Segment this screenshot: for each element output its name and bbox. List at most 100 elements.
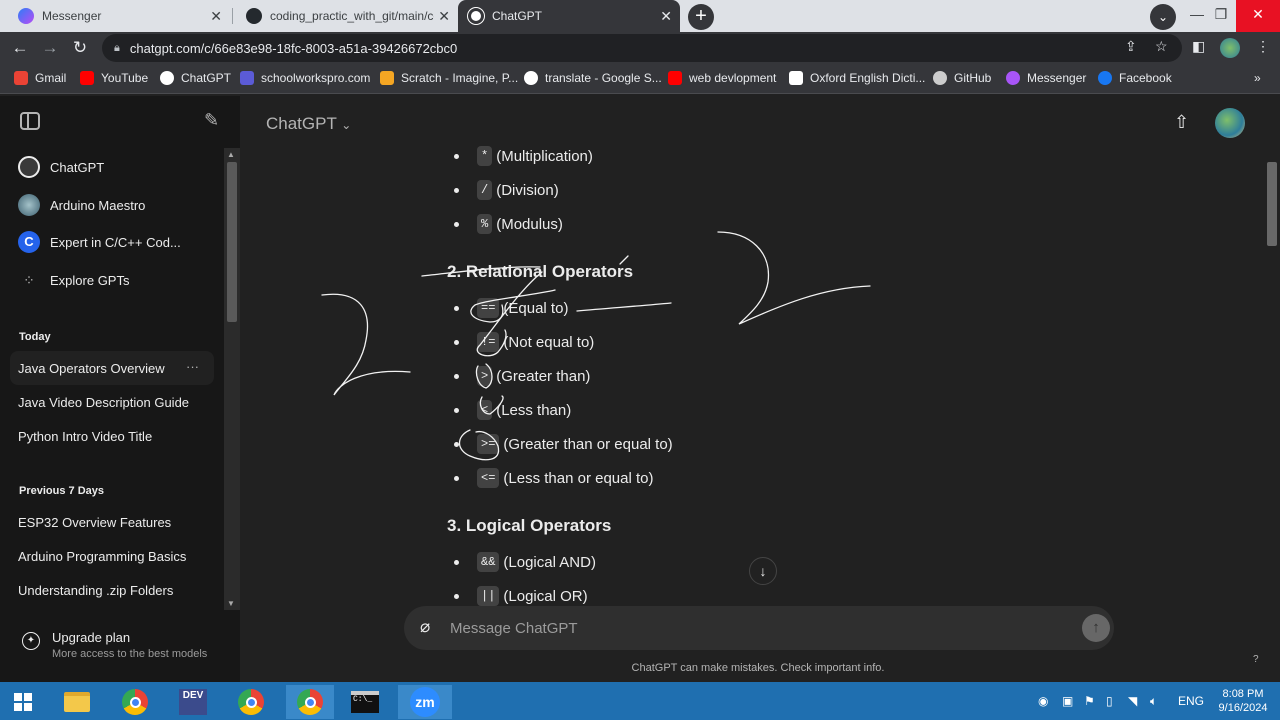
- code-token: >: [477, 366, 493, 386]
- chat-item-esp32[interactable]: ESP32 Overview Features: [10, 505, 214, 539]
- main-scroll-thumb[interactable]: [1267, 162, 1277, 246]
- tray-app-icon[interactable]: ▣: [1062, 694, 1073, 708]
- sidebar-item-arduino-maestro[interactable]: Arduino Maestro: [10, 188, 214, 222]
- bookmark-gmail[interactable]: Gmail: [14, 71, 66, 85]
- message-composer: ⌀ ↑: [404, 606, 1114, 650]
- chatgpt-icon: [468, 8, 484, 24]
- bookmark-chatgpt[interactable]: ChatGPT: [160, 71, 231, 85]
- bookmark-facebook[interactable]: Facebook: [1098, 71, 1172, 85]
- reload-button[interactable]: ↻: [68, 36, 92, 60]
- tab-messenger[interactable]: Messenger ✕: [8, 0, 230, 32]
- bookmark-youtube[interactable]: YouTube: [80, 71, 148, 85]
- zoom-icon[interactable]: zm: [398, 685, 452, 719]
- menu-dots-icon[interactable]: ⋮: [1256, 38, 1270, 55]
- dev-cpp-icon[interactable]: DEV: [172, 685, 214, 719]
- zoom-tray-icon[interactable]: ◉: [1038, 694, 1048, 708]
- paperclip-icon[interactable]: ⌀: [420, 617, 430, 637]
- chrome-icon[interactable]: [114, 685, 156, 719]
- close-tab-icon[interactable]: ✕: [660, 8, 672, 25]
- toggle-sidebar-icon[interactable]: [20, 112, 40, 130]
- close-tab-icon[interactable]: ✕: [210, 8, 222, 25]
- section-today: Today: [19, 331, 51, 343]
- list-item: != (Not equal to): [454, 332, 594, 352]
- chat-item-zip-folders[interactable]: Understanding .zip Folders: [10, 573, 214, 607]
- section-previous-7-days: Previous 7 Days: [19, 485, 104, 497]
- user-avatar[interactable]: [1215, 108, 1245, 138]
- code-token: *: [477, 146, 493, 166]
- chevron-down-icon: ⌄: [341, 118, 352, 132]
- sidebar-scrollbar[interactable]: ▲ ▼: [224, 148, 240, 610]
- wifi-icon[interactable]: ◥: [1128, 694, 1137, 708]
- chat-item-arduino-basics[interactable]: Arduino Programming Basics: [10, 539, 214, 573]
- start-button[interactable]: [2, 685, 44, 719]
- share-page-icon[interactable]: ⇪: [1125, 38, 1137, 55]
- url-text: chatgpt.com/c/66e83e98-18fc-8003-a51a-39…: [129, 40, 458, 56]
- scratch-icon: [380, 71, 394, 85]
- bookmark-scratch[interactable]: Scratch - Imagine, P...: [380, 71, 518, 85]
- message-input[interactable]: [450, 617, 1050, 639]
- list-item: && (Logical AND): [454, 552, 596, 572]
- code-token: <=: [477, 468, 500, 488]
- new-chat-icon[interactable]: ✎: [204, 110, 219, 131]
- tab-chatgpt[interactable]: ChatGPT ✕: [458, 0, 680, 32]
- sidebar-item-expert-c[interactable]: C Expert in C/C++ Cod...: [10, 225, 214, 259]
- bookmark-github[interactable]: GitHub: [933, 71, 991, 85]
- chat-item-python-intro[interactable]: Python Intro Video Title: [10, 419, 214, 453]
- new-tab-button[interactable]: +: [688, 4, 714, 30]
- restore-button[interactable]: ❐: [1206, 0, 1236, 32]
- clock[interactable]: 8:08 PM 9/16/2024: [1210, 687, 1276, 715]
- model-selector[interactable]: ChatGPT ⌄: [266, 114, 351, 134]
- more-bookmarks-icon[interactable]: »: [1254, 71, 1261, 85]
- close-window-button[interactable]: ✕: [1236, 0, 1280, 32]
- chrome-active-icon[interactable]: [286, 685, 334, 719]
- chat-item-java-operators[interactable]: Java Operators Overview ···: [10, 351, 214, 385]
- chat-main: ChatGPT ⌄ ⇧ * (Multiplication) / (Division…: [240, 96, 1280, 682]
- file-explorer-icon[interactable]: [56, 685, 98, 719]
- upgrade-subtitle: More access to the best models: [52, 648, 208, 660]
- address-bar[interactable]: 🔒︎ chatgpt.com/c/66e83e98-18fc-8003-a51a…: [102, 34, 1182, 62]
- sparkle-icon: ✦: [22, 632, 40, 650]
- language-indicator[interactable]: ENG: [1178, 694, 1204, 708]
- facebook-icon: [1098, 71, 1112, 85]
- sidebar-item-explore-gpts[interactable]: ⁘ Explore GPTs: [10, 263, 214, 297]
- bookmark-translate[interactable]: translate - Google S...: [524, 71, 662, 85]
- bookmark-web-devlopment[interactable]: web devlopment: [668, 71, 776, 85]
- sidebar-item-chatgpt[interactable]: ChatGPT: [10, 150, 214, 184]
- chat-options-icon[interactable]: ···: [186, 359, 199, 374]
- sidebar-scroll-thumb[interactable]: [227, 162, 237, 322]
- scroll-up-arrow-icon[interactable]: ▲: [227, 150, 235, 159]
- code-token: ==: [477, 298, 500, 318]
- side-panel-icon[interactable]: ◧: [1192, 38, 1205, 55]
- help-button[interactable]: ?: [1253, 654, 1259, 665]
- forward-button[interactable]: →: [38, 36, 62, 60]
- code-token: /: [477, 180, 493, 200]
- flag-icon[interactable]: ⚑: [1084, 694, 1095, 708]
- upgrade-plan-button[interactable]: ✦ Upgrade plan More access to the best m…: [10, 626, 224, 670]
- volume-icon[interactable]: 🔈︎: [1150, 694, 1157, 709]
- terminal-icon[interactable]: C:\_: [344, 685, 386, 719]
- grid-icon: ⁘: [23, 272, 35, 288]
- scroll-to-bottom-button[interactable]: ↓: [749, 557, 777, 585]
- browser-tab-bar: Messenger ✕ coding_practic_with_git/main…: [0, 0, 1280, 32]
- chat-item-java-video[interactable]: Java Video Description Guide: [10, 385, 214, 419]
- tab-search-button[interactable]: ⌄: [1150, 4, 1176, 30]
- oxford-icon: [789, 71, 803, 85]
- browser-toolbar: ← → ↻ 🔒︎ chatgpt.com/c/66e83e98-18fc-800…: [0, 32, 1280, 64]
- battery-icon[interactable]: ▯: [1106, 694, 1113, 708]
- close-tab-icon[interactable]: ✕: [438, 8, 450, 25]
- share-icon[interactable]: ⇧: [1174, 112, 1189, 133]
- chrome-profile-icon[interactable]: [230, 685, 272, 719]
- bookmark-star-icon[interactable]: ☆: [1155, 38, 1168, 55]
- list-item: == (Equal to): [454, 298, 568, 318]
- bookmark-oxford[interactable]: Oxford English Dicti...: [789, 71, 925, 85]
- bookmark-schoolworkspro[interactable]: schoolworkspro.com: [240, 71, 370, 85]
- bookmark-messenger[interactable]: Messenger: [1006, 71, 1086, 85]
- profile-avatar[interactable]: [1220, 38, 1240, 58]
- back-button[interactable]: ←: [8, 36, 32, 60]
- scroll-down-arrow-icon[interactable]: ▼: [227, 599, 235, 608]
- tab-github[interactable]: coding_practic_with_git/main/co ✕: [236, 0, 458, 32]
- main-scrollbar[interactable]: [1264, 152, 1280, 604]
- schoolworkspro-icon: [240, 71, 254, 85]
- code-token: ||: [477, 586, 500, 606]
- send-button[interactable]: ↑: [1082, 614, 1110, 642]
